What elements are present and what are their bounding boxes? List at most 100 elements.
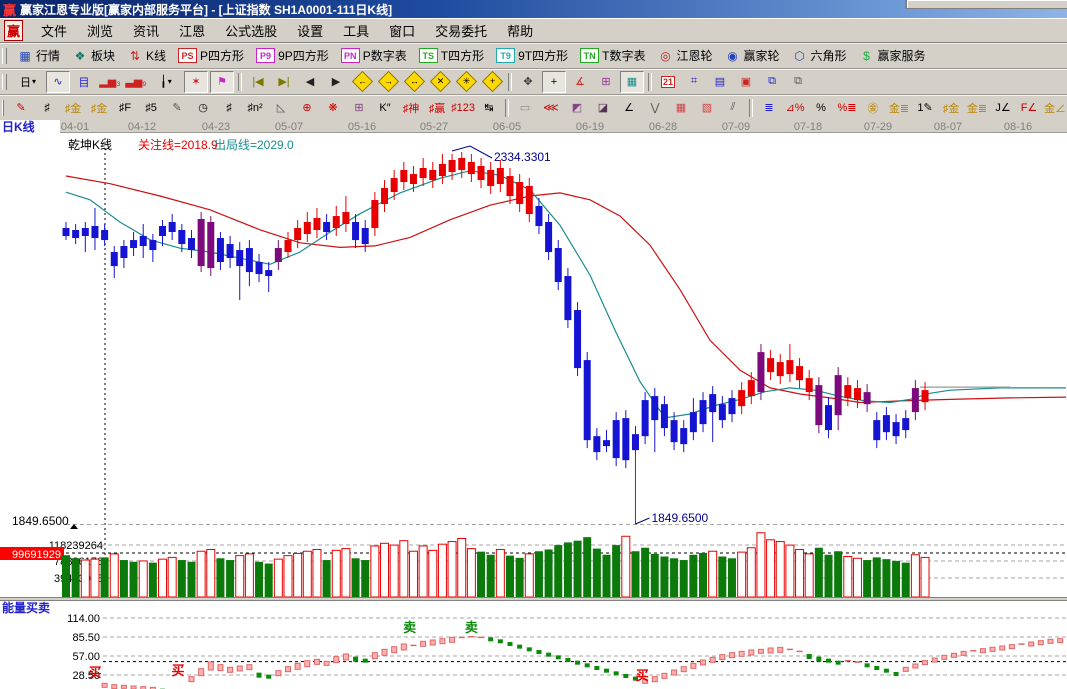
gold-lines-icon[interactable]: 金≣ [887, 97, 911, 119]
diamond-right-icon[interactable]: → [376, 71, 400, 93]
gann-fence-icon[interactable]: ♯ [35, 97, 59, 119]
info-view-icon[interactable]: 目 [72, 71, 96, 93]
diamond-x-icon[interactable]: ✕ [428, 71, 452, 93]
menu-item-工具[interactable]: 工具 [333, 19, 379, 42]
winner-wheel-button[interactable]: ◉赢家轮 [719, 44, 784, 68]
menu-item-设置[interactable]: 设置 [287, 19, 333, 42]
fan-box-icon[interactable]: ◩ [565, 97, 589, 119]
percent-angle-icon[interactable]: ⊿% [783, 97, 807, 119]
gann-wheel-button[interactable]: ◎江恩轮 [652, 44, 717, 68]
pen-ruler-icon[interactable]: ✎ [165, 97, 189, 119]
gann-box-icon[interactable]: ⊞ [594, 71, 618, 93]
gann-fence-gold-icon[interactable]: ♯金 [61, 97, 85, 119]
angle-measure-icon[interactable]: ∡ [568, 71, 592, 93]
diamond-h-icon[interactable]: ↔ [402, 71, 426, 93]
first-bar-icon[interactable]: |◀ [246, 71, 270, 93]
menu-item-文件[interactable]: 文件 [31, 19, 77, 42]
gann-fence-gold2-icon[interactable]: ♯金 [87, 97, 111, 119]
gold-lines2-icon[interactable]: 金≣ [965, 97, 989, 119]
market-quotes-button[interactable]: ▦行情 [12, 44, 65, 68]
diamond-plus-icon[interactable]: + [480, 71, 504, 93]
j-angle-icon[interactable]: J∠ [991, 97, 1015, 119]
calendar-cycle-icon[interactable]: ▦ [620, 71, 644, 93]
crosshair-icon[interactable]: + [542, 71, 566, 93]
gann-fence-f-icon[interactable]: ♯F [113, 97, 137, 119]
span-arrow-icon[interactable]: ↹ [477, 97, 501, 119]
web-grid-icon[interactable]: ⊞ [347, 97, 371, 119]
angle-ruler-icon[interactable]: ◺ [269, 97, 293, 119]
price-levels-icon[interactable]: ≣ [757, 97, 781, 119]
diamond-left-icon[interactable]: ← [350, 71, 374, 93]
indicator-marker-green [517, 645, 522, 649]
spider-web-icon[interactable]: ❋ [321, 97, 345, 119]
percent-lines-icon[interactable]: %≣ [835, 97, 859, 119]
chart-area[interactable]: 04-0104-1204-2305-0705-1605-2706-0506-19… [0, 120, 1067, 689]
menu-item-公式选股[interactable]: 公式选股 [215, 19, 287, 42]
winner-service-button[interactable]: $赢家服务 [854, 44, 931, 68]
candle-body [468, 162, 475, 174]
gold-fence3-icon[interactable]: ♯金 [939, 97, 963, 119]
candle-type-dropdown[interactable]: ╽▾ [150, 71, 182, 93]
parallel-lines-icon[interactable]: ⫽ [721, 97, 745, 119]
send-picture-icon[interactable]: ⧉ [760, 71, 784, 93]
time-circle-icon[interactable]: ◷ [191, 97, 215, 119]
remote-sync-icon[interactable]: ⧉ [786, 71, 810, 93]
bars-3-icon[interactable]: ▂▅₃ [98, 71, 122, 93]
draw-pen-icon[interactable]: ✎ [9, 97, 33, 119]
fence-ying-icon[interactable]: ♯赢 [425, 97, 449, 119]
grid-tool-icon[interactable]: ▦ [669, 97, 693, 119]
calendar-21-icon[interactable]: 21 [656, 71, 680, 93]
p-square-button[interactable]: PSP四方形 [173, 44, 249, 68]
ninep-square-button[interactable]: P99P四方形 [251, 44, 334, 68]
menu-item-浏览[interactable]: 浏览 [77, 19, 123, 42]
k-marks-icon[interactable]: K″ [373, 97, 397, 119]
indicator-marker-green [488, 637, 493, 641]
fence-shen-icon[interactable]: ♯神 [399, 97, 423, 119]
calculator-icon[interactable]: ⌗ [682, 71, 706, 93]
period-day-dropdown[interactable]: 日▾ [12, 71, 44, 93]
chart-window-icon[interactable]: ∿ [46, 71, 70, 93]
f-angle-icon[interactable]: F∠ [1017, 97, 1041, 119]
percent-icon[interactable]: % [809, 97, 833, 119]
menu-item-江恩[interactable]: 江恩 [169, 19, 215, 42]
box-tool-icon[interactable]: ▭ [513, 97, 537, 119]
fence-n2-icon[interactable]: ♯n² [243, 97, 267, 119]
next-bar-icon[interactable]: ▶ [324, 71, 348, 93]
prev-bar-icon[interactable]: ◀ [298, 71, 322, 93]
flag-icon[interactable]: ⚑ [210, 71, 234, 93]
kline-button[interactable]: ⇅K线 [122, 44, 171, 68]
sectors-button[interactable]: ❖板块 [67, 44, 120, 68]
pan-hand-icon[interactable]: ✥ [516, 71, 540, 93]
gann-fence-5-icon[interactable]: ♯5 [139, 97, 163, 119]
toolbar-grip[interactable] [2, 100, 4, 116]
hexagon-button[interactable]: ⬡六角形 [787, 44, 852, 68]
menu-item-交易委托[interactable]: 交易委托 [425, 19, 497, 42]
menu-item-帮助[interactable]: 帮助 [497, 19, 543, 42]
notes-icon[interactable]: ▤ [708, 71, 732, 93]
fan-box-dark-icon[interactable]: ◪ [591, 97, 615, 119]
fan-lines-icon[interactable]: ⋘ [539, 97, 563, 119]
gold-angle-icon[interactable]: 金∠ [1043, 97, 1067, 119]
kline-chart-canvas[interactable]: 04-0104-1204-2305-0705-1605-2706-0506-19… [0, 120, 1067, 689]
fence-plain-icon[interactable]: ♯ [217, 97, 241, 119]
t-number-table-button[interactable]: TNT数字表 [575, 44, 650, 68]
ninet-square-button[interactable]: T99T四方形 [491, 44, 573, 68]
last-bar-icon[interactable]: ▶| [272, 71, 296, 93]
t-square-button[interactable]: TST四方形 [414, 44, 489, 68]
p-number-table-button[interactable]: PNP数字表 [336, 44, 412, 68]
one-pen-icon[interactable]: 1✎ [913, 97, 937, 119]
qiankun-kline-icon[interactable]: ✶ [184, 71, 208, 93]
gold-circle-icon[interactable]: ㊎ [861, 97, 885, 119]
circle-cross-icon[interactable]: ⊕ [295, 97, 319, 119]
toolbar-grip[interactable] [2, 74, 7, 90]
diamond-star-icon[interactable]: ✳ [454, 71, 478, 93]
grid-arrow-icon[interactable]: ▧ [695, 97, 719, 119]
save-icon[interactable]: ▣ [734, 71, 758, 93]
bars-9-icon[interactable]: ▃▅₉ [124, 71, 148, 93]
v-lines-icon[interactable]: ⋁ [643, 97, 667, 119]
angle-lines-icon[interactable]: ∠ [617, 97, 641, 119]
toolbar-grip[interactable] [2, 48, 7, 64]
menu-item-窗口[interactable]: 窗口 [379, 19, 425, 42]
menu-item-资讯[interactable]: 资讯 [123, 19, 169, 42]
fence-ruler-123-icon[interactable]: ♯123 [451, 97, 475, 119]
